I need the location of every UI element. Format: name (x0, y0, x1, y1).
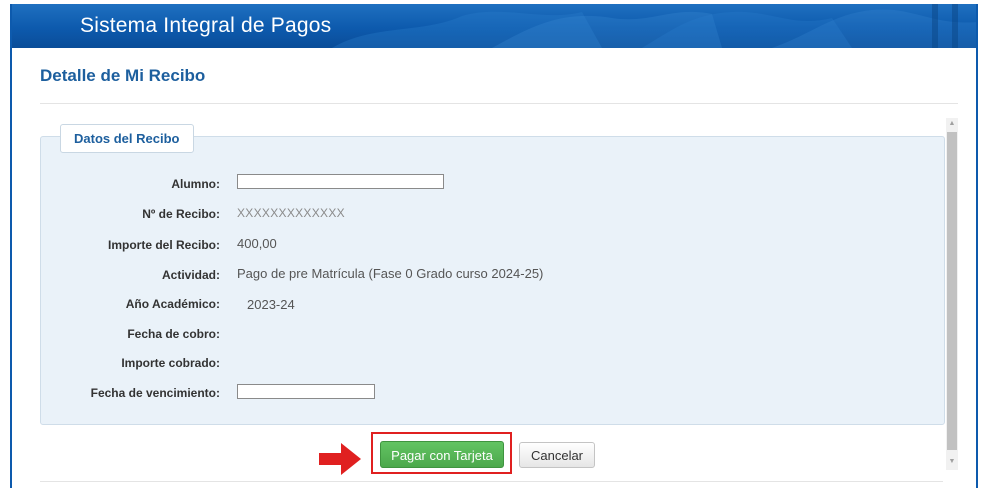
pay-with-card-button[interactable]: Pagar con Tarjeta (380, 441, 504, 468)
field-row-importe-recibo: Importe del Recibo: 400,00 (40, 236, 640, 256)
divider (40, 103, 958, 104)
field-label-fecha-cobro: Fecha de cobro: (127, 327, 220, 341)
field-value-importe-recibo: 400,00 (237, 236, 277, 251)
page-title: Detalle de Mi Recibo (40, 66, 206, 85)
divider-bottom (40, 481, 943, 482)
receipt-panel-legend-label: Datos del Recibo (74, 131, 180, 146)
cancel-button[interactable]: Cancelar (519, 442, 595, 468)
field-value-alumno (237, 174, 444, 189)
scroll-up-arrow-icon[interactable]: ▲ (946, 118, 958, 130)
field-label-importe-cobrado: Importe cobrado: (121, 356, 220, 370)
app-title: Sistema Integral de Pagos (80, 14, 332, 37)
field-value-actividad: Pago de pre Matrícula (Fase 0 Grado curs… (237, 266, 544, 281)
app-header: Sistema Integral de Pagos (12, 4, 978, 48)
scroll-down-arrow-icon[interactable]: ▼ (946, 456, 958, 468)
field-row-numero-recibo: Nº de Recibo: XXXXXXXXXXXXX (40, 206, 640, 225)
scrollbar-thumb[interactable] (947, 132, 957, 450)
field-label-actividad: Actividad: (161, 268, 220, 282)
red-right-arrow-icon (319, 443, 361, 475)
field-label-anio-academico: Año Académico: (125, 297, 220, 311)
field-row-anio-academico: Año Académico: 2023-24 (40, 297, 640, 315)
field-label-fecha-vencimiento: Fecha de vencimiento: (90, 386, 220, 400)
field-row-importe-cobrado: Importe cobrado: (40, 356, 640, 374)
field-row-fecha-cobro: Fecha de cobro: (40, 327, 640, 345)
frame-border-right (976, 4, 978, 488)
field-row-fecha-vencimiento: Fecha de vencimiento: (40, 384, 640, 404)
field-label-alumno: Alumno: (171, 177, 220, 191)
field-row-alumno: Alumno: (40, 174, 640, 195)
field-label-numero-recibo: Nº de Recibo: (142, 207, 220, 221)
field-label-importe-recibo: Importe del Recibo: (107, 238, 220, 252)
field-value-anio-academico: 2023-24 (247, 297, 295, 312)
header-decoration (332, 4, 978, 48)
receipt-panel-legend: Datos del Recibo (60, 124, 194, 153)
field-value-fecha-vencimiento (237, 384, 375, 399)
field-row-actividad: Actividad: Pago de pre Matrícula (Fase 0… (40, 266, 640, 286)
field-value-numero-recibo: XXXXXXXXXXXXX (237, 206, 345, 220)
frame-border-left (10, 4, 12, 488)
